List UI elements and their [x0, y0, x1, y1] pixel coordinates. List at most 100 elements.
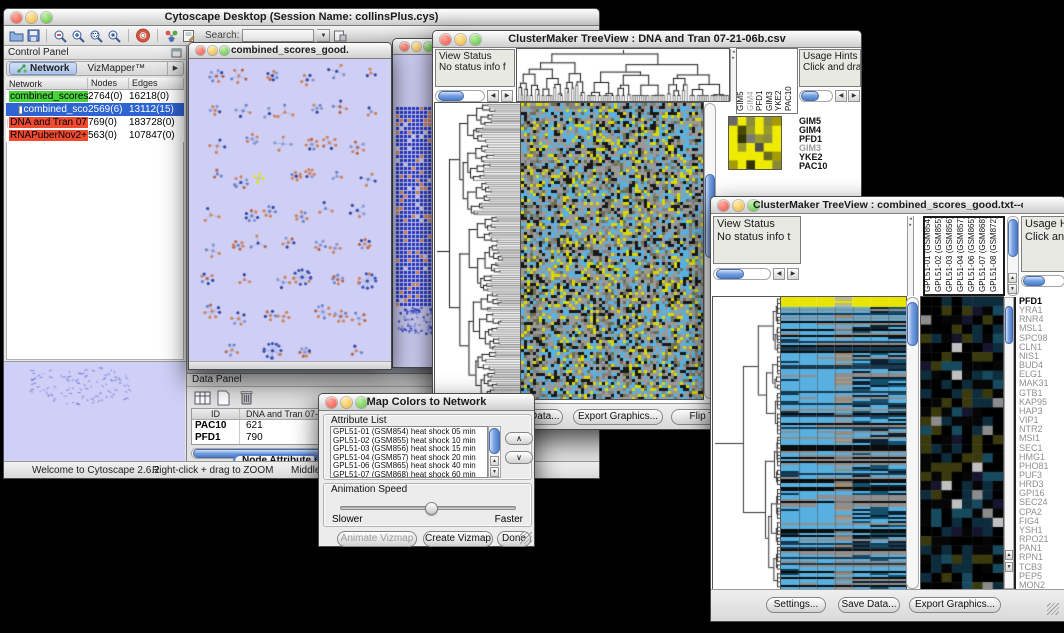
row-label[interactable]: PAC10 — [799, 162, 859, 171]
zoom-in-icon[interactable] — [71, 28, 86, 44]
close-button[interactable] — [326, 397, 337, 408]
usage-hints-text: Click and — [1025, 231, 1063, 244]
gene-list-vscrollbar[interactable]: ▲ ▼ — [1004, 297, 1014, 589]
close-button[interactable] — [196, 46, 205, 55]
zoom-out-icon[interactable] — [53, 28, 68, 44]
minimize-button[interactable] — [341, 397, 352, 408]
tab-vizmapper[interactable]: VizMapper™ — [77, 63, 155, 74]
file-icon — [18, 105, 22, 115]
speed-slider[interactable] — [340, 506, 516, 510]
attribute-list-vscrollbar[interactable]: ▲ ▼ — [488, 426, 501, 478]
attribute-list[interactable]: GPL51-01 (GSM854) heat shock 05 minGPL51… — [330, 426, 488, 478]
column-dendrogram[interactable] — [517, 49, 729, 101]
vizmapper-icon[interactable] — [164, 28, 179, 44]
network-table: Network Nodes Edges combined_scores 2764… — [6, 78, 184, 142]
scroll-up-icon[interactable]: ▲ — [1005, 550, 1013, 560]
save-session-icon[interactable] — [27, 28, 40, 44]
network-view-titlebar[interactable]: combined_scores_good.txt--cluste... — [189, 43, 391, 59]
attribute-list-group: Attribute List GPL51-01 (GSM854) heat sh… — [323, 414, 532, 480]
scroll-left-icon[interactable]: ◀ — [487, 90, 499, 102]
zoom-fit-icon[interactable] — [107, 28, 122, 44]
scroll-right-icon[interactable]: ▶ — [848, 90, 860, 102]
scroll-left-icon[interactable]: ◀ — [773, 268, 785, 280]
network-table-header[interactable]: Network Nodes Edges — [6, 78, 184, 90]
network-hscrollbar[interactable] — [189, 361, 391, 369]
row-dendrogram[interactable] — [713, 297, 781, 589]
scroll-down-icon[interactable]: ▼ — [1005, 562, 1013, 572]
export-graphics-button[interactable]: Export Graphics... — [573, 409, 663, 425]
create-vizmap-button[interactable]: Create Vizmap — [423, 531, 493, 547]
zoom-button[interactable] — [220, 46, 229, 55]
resize-grip[interactable] — [520, 532, 532, 544]
save-data-button[interactable]: Save Data... — [838, 597, 900, 613]
export-graphics-button[interactable]: Export Graphics... — [909, 597, 1001, 613]
close-button[interactable] — [400, 42, 409, 51]
dendrogram-spinner[interactable]: ◂▸ — [907, 216, 914, 296]
minimize-button[interactable] — [412, 42, 421, 51]
minimize-button[interactable] — [733, 200, 744, 211]
minimize-button[interactable] — [208, 46, 217, 55]
main-titlebar[interactable]: Cytoscape Desktop (Session Name: collins… — [4, 9, 599, 26]
treeview2-heatmap[interactable] — [781, 297, 906, 589]
column-labels-vscrollbar[interactable]: ▲ ▼ — [1007, 216, 1019, 296]
help-lifering-icon[interactable] — [135, 28, 151, 44]
birdseye-overview[interactable] — [4, 361, 186, 461]
control-panel-title: Control Panel — [8, 47, 69, 58]
network-tab-icon — [17, 64, 27, 73]
scroll-right-icon[interactable]: ▶ — [787, 268, 799, 280]
guide-matrix-heatmap[interactable] — [729, 117, 781, 169]
scroll-up-icon[interactable]: ▲ — [490, 456, 499, 466]
close-button[interactable] — [718, 200, 729, 211]
table-row[interactable]: RNAPuberNov2+ 563(0) 107847(0) — [6, 129, 184, 142]
treeview1-heatmap[interactable] — [521, 103, 703, 399]
treeview2-titlebar[interactable]: ClusterMaker TreeView : combined_scores_… — [711, 197, 1064, 214]
animate-vizmap-button[interactable]: Animate Vizmap — [337, 531, 417, 547]
scroll-left-icon[interactable]: ◀ — [835, 90, 847, 102]
dendrogram-spinner[interactable]: ◂▸ — [730, 49, 737, 101]
close-button[interactable] — [11, 12, 22, 23]
zoom-selected-icon[interactable] — [89, 28, 104, 44]
resize-grip[interactable] — [1047, 603, 1059, 615]
zoomed-heatmap[interactable] — [921, 297, 1003, 589]
usage-hints-panel: Usage Hi Click and — [1021, 216, 1064, 272]
table-row-selected[interactable]: combined_sco 2569(6) 13112(15) — [6, 103, 184, 116]
row-dendrogram[interactable] — [435, 103, 521, 399]
scroll-down-icon[interactable]: ▼ — [1008, 284, 1017, 294]
minimize-button[interactable] — [455, 34, 466, 45]
treeview2-window: ClusterMaker TreeView : combined_scores_… — [710, 196, 1064, 622]
move-down-button[interactable]: ∨ — [505, 451, 533, 464]
scroll-down-icon[interactable]: ▼ — [490, 467, 499, 477]
treeview1-column-labels: GIM5GIM4PFD1GIM3YKE2PAC10 — [737, 49, 797, 113]
close-button[interactable] — [440, 34, 451, 45]
usage-hints-title: Usage Hints — [803, 51, 857, 62]
column-header-id[interactable]: ID — [192, 409, 240, 419]
search-dropdown-button[interactable]: ▼ — [317, 29, 330, 42]
control-panel-tabs: Network VizMapper™ ▶ — [6, 61, 184, 76]
scroll-right-icon[interactable]: ▶ — [501, 90, 513, 102]
open-session-icon[interactable] — [9, 28, 24, 44]
tab-network[interactable]: Network — [9, 62, 77, 75]
treeview2-vscrollbar[interactable] — [906, 297, 919, 589]
move-up-button[interactable]: ∧ — [505, 432, 533, 445]
usage-hints-hscrollbar[interactable] — [1021, 275, 1064, 287]
status-zoom-hint: Right-click + drag to ZOOM — [152, 465, 273, 476]
column-label: GPL51-03 (GSM856) — [945, 216, 954, 292]
minimize-button[interactable] — [26, 12, 37, 23]
dialog-titlebar[interactable]: Map Colors to Network — [319, 394, 534, 411]
scroll-up-icon[interactable]: ▲ — [1008, 273, 1017, 283]
tab-overflow-button[interactable]: ▶ — [167, 62, 183, 75]
table-row[interactable]: DNA and Tran 07 769(0) 183728(0) — [6, 116, 184, 129]
dialog-title: Map Colors to Network — [361, 396, 492, 408]
slider-thumb[interactable] — [425, 502, 438, 515]
network-canvas[interactable] — [189, 59, 391, 361]
column-label: GPL51-01 (GSM854) — [923, 216, 932, 292]
network-view-window: combined_scores_good.txt--cluste... — [188, 42, 392, 370]
float-panel-icon[interactable] — [171, 48, 182, 61]
view-status-text: No status info f — [439, 62, 511, 73]
gene-label[interactable]: MON2 — [1019, 581, 1064, 589]
attribute-item[interactable]: GPL51-07 (GSM868) heat shock 60 min — [333, 471, 487, 478]
settings-button[interactable]: Settings... — [766, 597, 826, 613]
table-row[interactable]: combined_scores 2764(0) 16218(0) — [6, 90, 184, 103]
treeview1-titlebar[interactable]: ClusterMaker TreeView : DNA and Tran 07-… — [433, 31, 861, 48]
search-input[interactable] — [242, 29, 314, 42]
